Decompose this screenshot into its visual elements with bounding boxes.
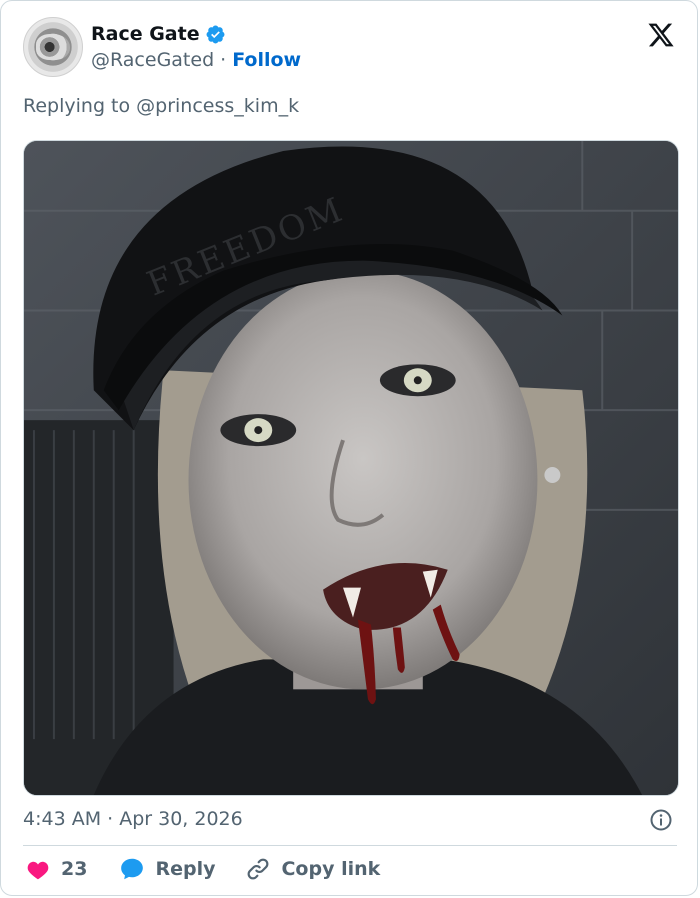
avatar-turbo-graphic — [36, 34, 70, 60]
handle-separator: · — [220, 49, 227, 71]
replying-to-text[interactable]: Replying to @princess_kim_k — [23, 95, 299, 117]
reply-label: Reply — [155, 858, 216, 880]
like-count: 23 — [61, 858, 88, 880]
portrait-illustration: FREEDOM — [24, 141, 678, 795]
tweet-actions: 23 Reply Copy link — [23, 856, 380, 882]
tweet-card: Race Gate @RaceGated · Follow Replying t… — [0, 0, 698, 896]
x-logo-icon[interactable] — [647, 21, 675, 49]
chat-bubble-icon — [121, 858, 144, 880]
verified-badge-icon — [206, 25, 225, 43]
author-avatar[interactable] — [23, 17, 83, 77]
info-icon[interactable] — [649, 808, 673, 832]
tweet-media-image[interactable]: FREEDOM — [23, 140, 679, 796]
reply-button[interactable]: Reply — [119, 856, 215, 882]
link-icon — [248, 858, 269, 880]
tweet-timestamp[interactable]: 4:43 AM · Apr 30, 2026 — [23, 808, 243, 830]
divider — [23, 845, 677, 846]
heart-icon — [27, 861, 49, 880]
author-handle[interactable]: @RaceGated — [91, 49, 214, 71]
like-button[interactable]: 23 — [25, 856, 87, 882]
copy-link-button[interactable]: Copy link — [245, 856, 380, 882]
author-name[interactable]: Race Gate — [91, 23, 200, 45]
copy-link-label: Copy link — [281, 858, 381, 880]
author-name-row: Race Gate — [91, 23, 226, 45]
follow-button[interactable]: Follow — [232, 49, 301, 71]
author-handle-row: @RaceGated · Follow — [91, 49, 301, 71]
